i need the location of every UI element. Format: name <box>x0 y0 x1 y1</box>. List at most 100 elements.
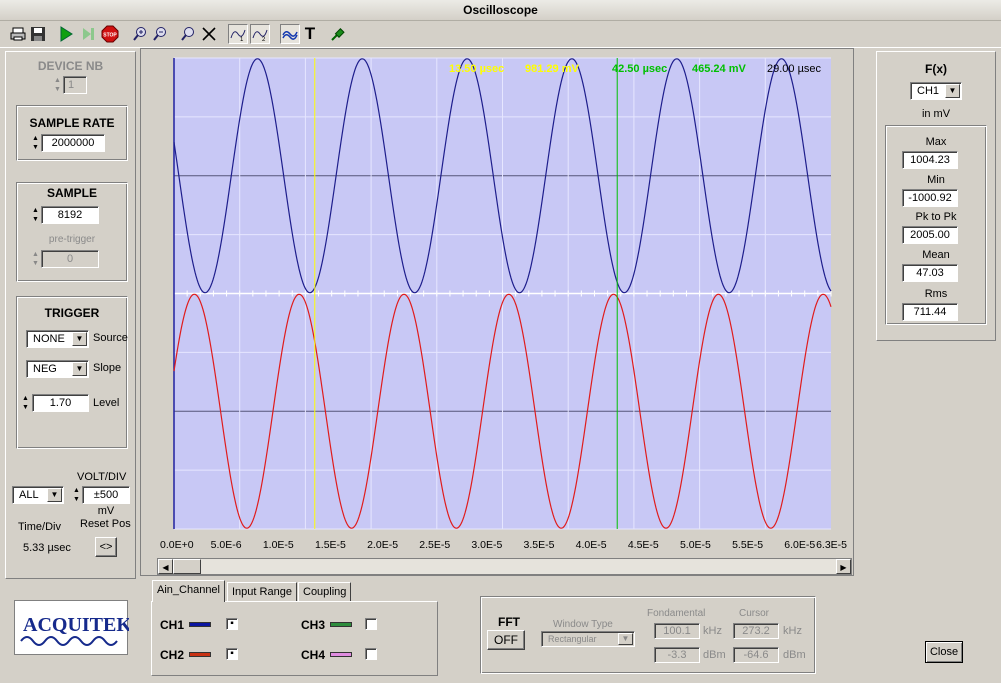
tab-ain-channel[interactable]: Ain_Channel <box>152 580 225 602</box>
trigger-level-spinner[interactable]: ▲ ▼ <box>21 394 30 412</box>
scroll-right-icon[interactable]: ▶ <box>836 559 851 574</box>
x-tick-label: 5.5E-5 <box>732 539 763 551</box>
chevron-down-icon: ▼ <box>72 332 87 346</box>
ch1-checkbox[interactable]: ▪ <box>226 618 238 630</box>
sample-spinner[interactable]: ▲ ▼ <box>31 206 40 224</box>
voltdiv-spinner[interactable]: ▲ ▼ <box>72 486 81 504</box>
ch2-label: CH2 <box>160 648 185 662</box>
fx-unit-label: in mV <box>921 108 951 120</box>
pretrigger-spinner: ▲ ▼ <box>32 251 39 267</box>
x-tick-label: 2.5E-5 <box>419 539 450 551</box>
x-tick-label: 6.3E-5 <box>816 539 847 551</box>
channel-one-icon[interactable]: 1 <box>228 24 248 44</box>
fft-panel: FFT OFF Window Type Rectangular ▼ Fondame… <box>480 596 816 674</box>
stop-icon[interactable]: STOP <box>100 24 120 44</box>
ch2-color-swatch <box>189 652 211 657</box>
voltdiv-channel-select[interactable]: ALL ▼ <box>12 486 64 504</box>
x-tick-label: 1.5E-5 <box>315 539 346 551</box>
x-tick-label: 5.0E-6 <box>211 539 242 551</box>
fund-freq-unit: kHz <box>703 625 722 637</box>
ch2-checkbox[interactable]: ▪ <box>226 648 238 660</box>
sample-input[interactable]: 8192 <box>41 206 99 224</box>
trigger-slope-label: Slope <box>93 362 122 374</box>
stat-min-label: Min <box>927 174 945 186</box>
text-icon[interactable]: T <box>300 24 320 44</box>
ch4-label: CH4 <box>301 648 326 662</box>
trigger-label: TRIGGER <box>44 306 100 320</box>
sample-rate-input[interactable]: 2000000 <box>41 134 105 152</box>
plot-scrollbar[interactable]: ◀ ▶ <box>157 558 852 575</box>
stat-max-value: 1004.23 <box>902 151 958 169</box>
sample-rate-spinner[interactable]: ▲ ▼ <box>31 134 40 152</box>
timediv-value: 5.33 µsec <box>23 542 71 554</box>
waveform-icon[interactable] <box>280 24 300 44</box>
trigger-source-select[interactable]: NONE ▼ <box>26 330 89 348</box>
x-tick-label: 0.0E+0 <box>160 539 194 551</box>
device-label: DEVICE NB <box>37 59 104 73</box>
fx-channel-value: CH1 <box>917 85 940 97</box>
scroll-thumb[interactable] <box>173 559 201 574</box>
ch4-checkbox[interactable] <box>365 648 377 660</box>
window-type-select: Rectangular ▼ <box>541 631 635 647</box>
save-icon[interactable] <box>28 24 48 44</box>
pretrigger-label: pre-trigger <box>48 234 96 245</box>
x-tick-label: 1.0E-5 <box>263 539 294 551</box>
chevron-down-icon: ▼ <box>618 633 633 645</box>
logo-text: ACQUITEK <box>23 614 129 636</box>
trigger-source-value: NONE <box>33 333 65 345</box>
close-button[interactable]: Close <box>925 641 963 663</box>
stat-rms-value: 711.44 <box>902 303 958 321</box>
x-tick-label: 4.0E-5 <box>576 539 607 551</box>
trigger-source-label: Source <box>93 332 128 344</box>
trigger-level-input[interactable]: 1.70 <box>32 394 89 412</box>
zoom-in-icon[interactable] <box>130 24 150 44</box>
step-icon[interactable] <box>78 24 98 44</box>
sample-rate-group <box>16 105 128 161</box>
fx-panel: F(x) CH1 ▼ in mV Max 1004.23 Min -1000.92… <box>876 51 996 341</box>
voltdiv-channel-value: ALL <box>19 489 39 501</box>
fund-db-field: -3.3 <box>654 647 700 663</box>
zoom-out-icon[interactable] <box>150 24 170 44</box>
fx-channel-select[interactable]: CH1 ▼ <box>910 82 962 100</box>
stop-icon-label: STOP <box>103 33 117 39</box>
stat-rms-label: Rms <box>924 288 948 300</box>
x-tick-label: 3.5E-5 <box>524 539 555 551</box>
settings-panel: DEVICE NB ▲ ▼ 1 SAMPLE RATE ▲ ▼ 2000000 SA… <box>5 51 136 579</box>
device-field: 1 <box>63 76 87 94</box>
ch3-label: CH3 <box>301 618 326 632</box>
channel-two-icon[interactable]: 2 <box>250 24 270 44</box>
trigger-slope-select[interactable]: NEG ▼ <box>26 360 89 378</box>
cursor-freq-field: 273.2 <box>733 623 779 639</box>
svg-text:1: 1 <box>240 37 244 42</box>
print-icon[interactable] <box>8 24 28 44</box>
ch1-color-swatch <box>189 622 211 627</box>
cursor-delta-time: 29.00 µsec <box>767 63 822 75</box>
sample-label: SAMPLE <box>46 186 97 200</box>
zoom-icon[interactable] <box>178 24 198 44</box>
tab-coupling[interactable]: Coupling <box>298 582 352 602</box>
x-tick-label: 4.5E-5 <box>628 539 659 551</box>
chevron-down-icon: ▼ <box>72 362 87 376</box>
play-icon[interactable] <box>56 24 76 44</box>
window-type-value: Rectangular <box>548 634 597 644</box>
fx-label: F(x) <box>925 62 947 76</box>
voltdiv-input[interactable]: ±500 mV <box>82 486 130 517</box>
fondamental-label: Fondamental <box>647 608 706 619</box>
pretrigger-input: 0 <box>41 250 99 268</box>
voltdiv-label: VOLT/DIV <box>77 471 127 483</box>
scroll-left-icon[interactable]: ◀ <box>158 559 173 574</box>
ch3-checkbox[interactable] <box>365 618 377 630</box>
reset-pos-button[interactable]: <> <box>95 537 117 557</box>
tab-input-range[interactable]: Input Range <box>227 582 297 602</box>
cursor-freq-unit: kHz <box>783 625 802 637</box>
oscilloscope-plot[interactable]: 13.50 µsec 981.29 mV 42.50 µsec 465.24 mV 29… <box>140 48 854 576</box>
cursor-cross-icon[interactable] <box>199 24 219 44</box>
cursor-db-unit: dBm <box>783 649 806 661</box>
plot-canvas[interactable]: 13.50 µsec 981.29 mV 42.50 µsec 465.24 mV 29… <box>141 49 853 575</box>
cursor-label: Cursor <box>739 608 770 619</box>
stat-max-label: Max <box>925 136 947 148</box>
fft-toggle-button[interactable]: OFF <box>487 630 525 650</box>
probe-icon[interactable] <box>328 24 348 44</box>
fund-db-unit: dBm <box>703 649 726 661</box>
timediv-label: Time/Div <box>18 521 61 533</box>
